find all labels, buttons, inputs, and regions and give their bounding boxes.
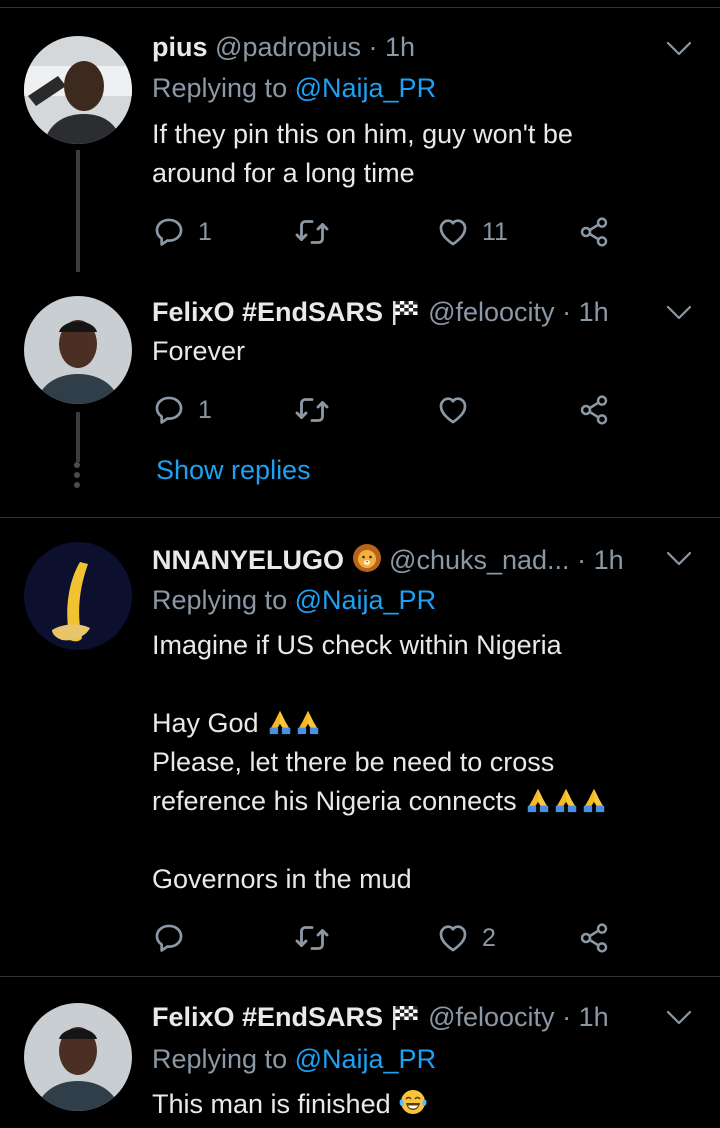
display-name[interactable]: NNANYELUGO — [152, 545, 344, 575]
tweet-text-line: Imagine if US check within Nigeria — [152, 630, 562, 660]
like-icon — [436, 393, 470, 427]
checkered-flag-icon — [391, 1004, 421, 1030]
avatar[interactable] — [24, 296, 132, 404]
reply-button[interactable]: 1 — [152, 390, 212, 430]
tears-of-joy-icon — [398, 1087, 428, 1117]
chevron-down-icon[interactable] — [666, 551, 692, 567]
tweet-text: This man is finished — [152, 1085, 692, 1124]
thread-line — [76, 412, 80, 462]
tweet-text-line-reference: reference his Nigeria connects — [152, 782, 692, 821]
timestamp: · 1h — [562, 297, 609, 327]
tweet-text-line: Governors in the mud — [152, 864, 412, 894]
display-name[interactable]: FelixO #EndSARS — [152, 1002, 383, 1032]
tweet-header: FelixO #EndSARS @feloocity · 1h — [152, 1002, 609, 1033]
tweet-text-line: Please, let there be need to cross — [152, 747, 555, 777]
tweet-header: NNANYELUGO @chuks_nad... · 1h — [152, 543, 624, 576]
chevron-down-icon[interactable] — [666, 305, 692, 321]
show-replies-link[interactable]: Show replies — [156, 455, 311, 486]
lion-icon — [352, 543, 382, 573]
tweet-text: If they pin this on him, guy won't be ar… — [152, 119, 573, 188]
replying-prefix: Replying to — [152, 585, 288, 615]
share-icon — [578, 922, 610, 954]
share-icon — [578, 216, 610, 248]
tweet-header: pius @padropius · 1h — [152, 32, 415, 63]
like-count: 11 — [482, 217, 508, 246]
tweet-text-line-hay: Hay God — [152, 704, 692, 743]
folded-hands-icon — [266, 708, 294, 736]
tweet-feloocity-2[interactable]: FelixO #EndSARS @feloocity · 1h Replying… — [0, 977, 720, 1128]
folded-hands-icon — [524, 786, 552, 814]
reply-icon — [152, 921, 186, 955]
tweet-text: Imagine if US check within Nigeria Hay G… — [152, 626, 692, 899]
display-name[interactable]: pius — [152, 32, 208, 62]
mention-link[interactable]: @Naija_PR — [295, 585, 436, 615]
share-icon — [578, 394, 610, 426]
retweet-icon — [294, 214, 330, 250]
share-button[interactable] — [578, 390, 610, 430]
retweet-button[interactable] — [294, 212, 330, 252]
replying-to: Replying to @Naija_PR — [152, 585, 436, 616]
folded-hands-icon — [552, 786, 580, 814]
replying-prefix: Replying to — [152, 73, 288, 103]
like-button[interactable] — [436, 390, 470, 430]
action-bar: 1 11 — [152, 212, 632, 252]
display-name[interactable]: FelixO #EndSARS — [152, 297, 383, 327]
retweet-button[interactable] — [294, 390, 330, 430]
reply-count: 1 — [198, 217, 212, 246]
like-button[interactable]: 2 — [436, 918, 496, 958]
reply-icon — [152, 215, 186, 249]
reply-button[interactable] — [152, 918, 186, 958]
more-replies-dots — [72, 462, 82, 492]
timestamp: · 1h — [577, 545, 624, 575]
avatar[interactable] — [24, 542, 132, 650]
like-count: 2 — [482, 923, 496, 952]
tweet-header: FelixO #EndSARS @feloocity · 1h — [152, 297, 609, 328]
like-icon — [436, 215, 470, 249]
user-handle[interactable]: @feloocity — [428, 297, 554, 327]
user-handle[interactable]: @feloocity — [428, 1002, 554, 1032]
thread-line — [76, 150, 80, 272]
tweet-feloocity-1[interactable]: FelixO #EndSARS @feloocity · 1h Forever … — [0, 280, 720, 518]
replying-to: Replying to @Naija_PR — [152, 73, 436, 104]
chevron-down-icon[interactable] — [666, 41, 692, 57]
avatar[interactable] — [24, 36, 132, 144]
tweet-pius[interactable]: pius @padropius · 1h Replying to @Naija_… — [0, 0, 720, 280]
timestamp: · 1h — [368, 32, 416, 62]
retweet-icon — [294, 920, 330, 956]
action-bar: 1 — [152, 390, 632, 430]
mention-link[interactable]: @Naija_PR — [295, 1044, 436, 1074]
chevron-down-icon[interactable] — [666, 1010, 692, 1026]
retweet-icon — [294, 392, 330, 428]
mention-link[interactable]: @Naija_PR — [295, 73, 436, 103]
replying-to: Replying to @Naija_PR — [152, 1044, 436, 1075]
reply-button[interactable]: 1 — [152, 212, 212, 252]
user-handle[interactable]: @padropius — [215, 32, 361, 62]
action-bar: 2 — [152, 918, 632, 958]
timestamp: · 1h — [562, 1002, 609, 1032]
folded-hands-icon — [294, 708, 322, 736]
share-button[interactable] — [578, 212, 610, 252]
like-button[interactable]: 11 — [436, 212, 508, 252]
retweet-button[interactable] — [294, 918, 330, 958]
checkered-flag-icon — [391, 299, 421, 325]
reply-count: 1 — [198, 395, 212, 424]
reply-icon — [152, 393, 186, 427]
share-button[interactable] — [578, 918, 610, 958]
avatar[interactable] — [24, 1003, 132, 1111]
like-icon — [436, 921, 470, 955]
replying-prefix: Replying to — [152, 1044, 288, 1074]
tweet-text: Forever — [152, 336, 246, 366]
folded-hands-icon — [580, 786, 608, 814]
tweet-chuks[interactable]: NNANYELUGO @chuks_nad... · 1h Replying t… — [0, 518, 720, 976]
user-handle[interactable]: @chuks_nad... — [389, 545, 570, 575]
